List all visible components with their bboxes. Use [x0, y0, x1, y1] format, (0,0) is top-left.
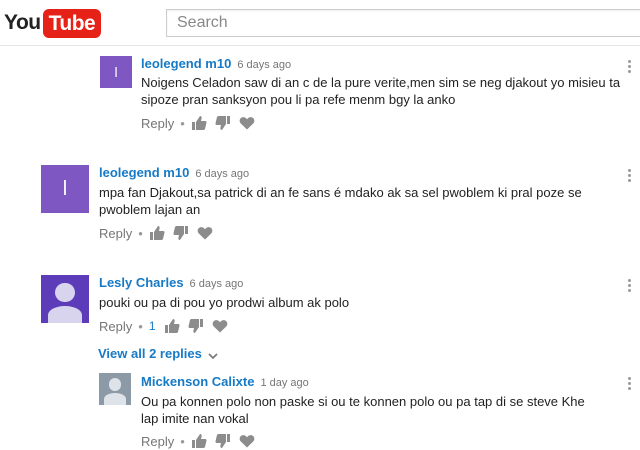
- more-options-icon[interactable]: [628, 60, 632, 76]
- logo-you-text: You: [4, 11, 41, 34]
- comment-actions: Reply •: [99, 225, 221, 241]
- comment-text: pouki ou pa di pou yo prodwi album ak po…: [99, 295, 350, 310]
- heart-icon[interactable]: [197, 225, 213, 241]
- comment-text: Ou pa konnen polo non paske si ou te kon…: [141, 394, 585, 426]
- avatar[interactable]: l: [100, 56, 132, 88]
- thumbs-down-icon[interactable]: [187, 318, 204, 334]
- avatar-body-shape: [103, 393, 127, 405]
- avatar-head-shape: [108, 378, 122, 391]
- more-options-icon[interactable]: [628, 169, 632, 185]
- reply-button[interactable]: Reply: [99, 319, 132, 334]
- comment-actions: Reply •: [141, 115, 263, 131]
- separator-dot: •: [180, 115, 185, 131]
- like-count: 1: [148, 319, 156, 333]
- author-name[interactable]: leolegend m10: [141, 56, 231, 71]
- comment-meta: leolegend m10 6 days ago: [141, 56, 291, 71]
- reply-button[interactable]: Reply: [141, 116, 174, 131]
- separator-dot: •: [180, 433, 185, 449]
- comment-meta: Lesly Charles 6 days ago: [99, 275, 243, 290]
- search-input[interactable]: Search: [166, 9, 640, 37]
- thumbs-up-icon[interactable]: [191, 433, 207, 449]
- comment-text: Noigens Celadon saw di an c de la pure v…: [141, 75, 621, 107]
- thumbs-up-icon[interactable]: [149, 225, 165, 241]
- author-name[interactable]: Mickenson Calixte: [141, 374, 254, 389]
- avatar[interactable]: [41, 275, 89, 323]
- view-replies-button[interactable]: View all 2 replies: [98, 346, 218, 361]
- heart-icon[interactable]: [239, 115, 255, 131]
- comment-meta: leolegend m10 6 days ago: [99, 165, 249, 180]
- thumbs-down-icon[interactable]: [215, 433, 231, 449]
- thumbs-down-icon[interactable]: [173, 225, 189, 241]
- more-options-icon[interactable]: [628, 377, 632, 393]
- comment-time[interactable]: 1 day ago: [260, 377, 308, 389]
- view-replies-label: View all 2 replies: [98, 346, 202, 361]
- thumbs-up-icon[interactable]: [164, 318, 180, 334]
- heart-icon[interactable]: [239, 433, 255, 449]
- heart-icon[interactable]: [212, 318, 228, 334]
- more-options-icon[interactable]: [628, 279, 632, 295]
- comment-time[interactable]: 6 days ago: [190, 278, 244, 290]
- comment-actions: Reply •: [141, 433, 263, 449]
- comment-text: mpa fan Djakout,sa patrick di an fe sans…: [99, 185, 582, 217]
- comment-time[interactable]: 6 days ago: [195, 168, 249, 180]
- author-name[interactable]: Lesly Charles: [99, 275, 184, 290]
- separator-dot: •: [138, 318, 143, 334]
- avatar[interactable]: [99, 373, 131, 405]
- thumbs-up-icon[interactable]: [191, 115, 207, 131]
- comment-meta: Mickenson Calixte 1 day ago: [141, 374, 309, 389]
- author-name[interactable]: leolegend m10: [99, 165, 189, 180]
- thumbs-down-icon[interactable]: [215, 115, 231, 131]
- reply-button[interactable]: Reply: [99, 226, 132, 241]
- comment-actions: Reply • 1: [99, 318, 236, 334]
- avatar-body-shape: [48, 305, 82, 323]
- chevron-down-icon: [208, 349, 218, 359]
- reply-button[interactable]: Reply: [141, 434, 174, 449]
- separator-dot: •: [138, 225, 143, 241]
- youtube-logo[interactable]: You Tube: [4, 8, 102, 38]
- avatar[interactable]: l: [41, 165, 89, 213]
- top-bar: You Tube Search: [0, 0, 640, 46]
- comment-time[interactable]: 6 days ago: [237, 59, 291, 71]
- logo-tube-text: Tube: [42, 8, 102, 38]
- avatar-head-shape: [55, 282, 75, 302]
